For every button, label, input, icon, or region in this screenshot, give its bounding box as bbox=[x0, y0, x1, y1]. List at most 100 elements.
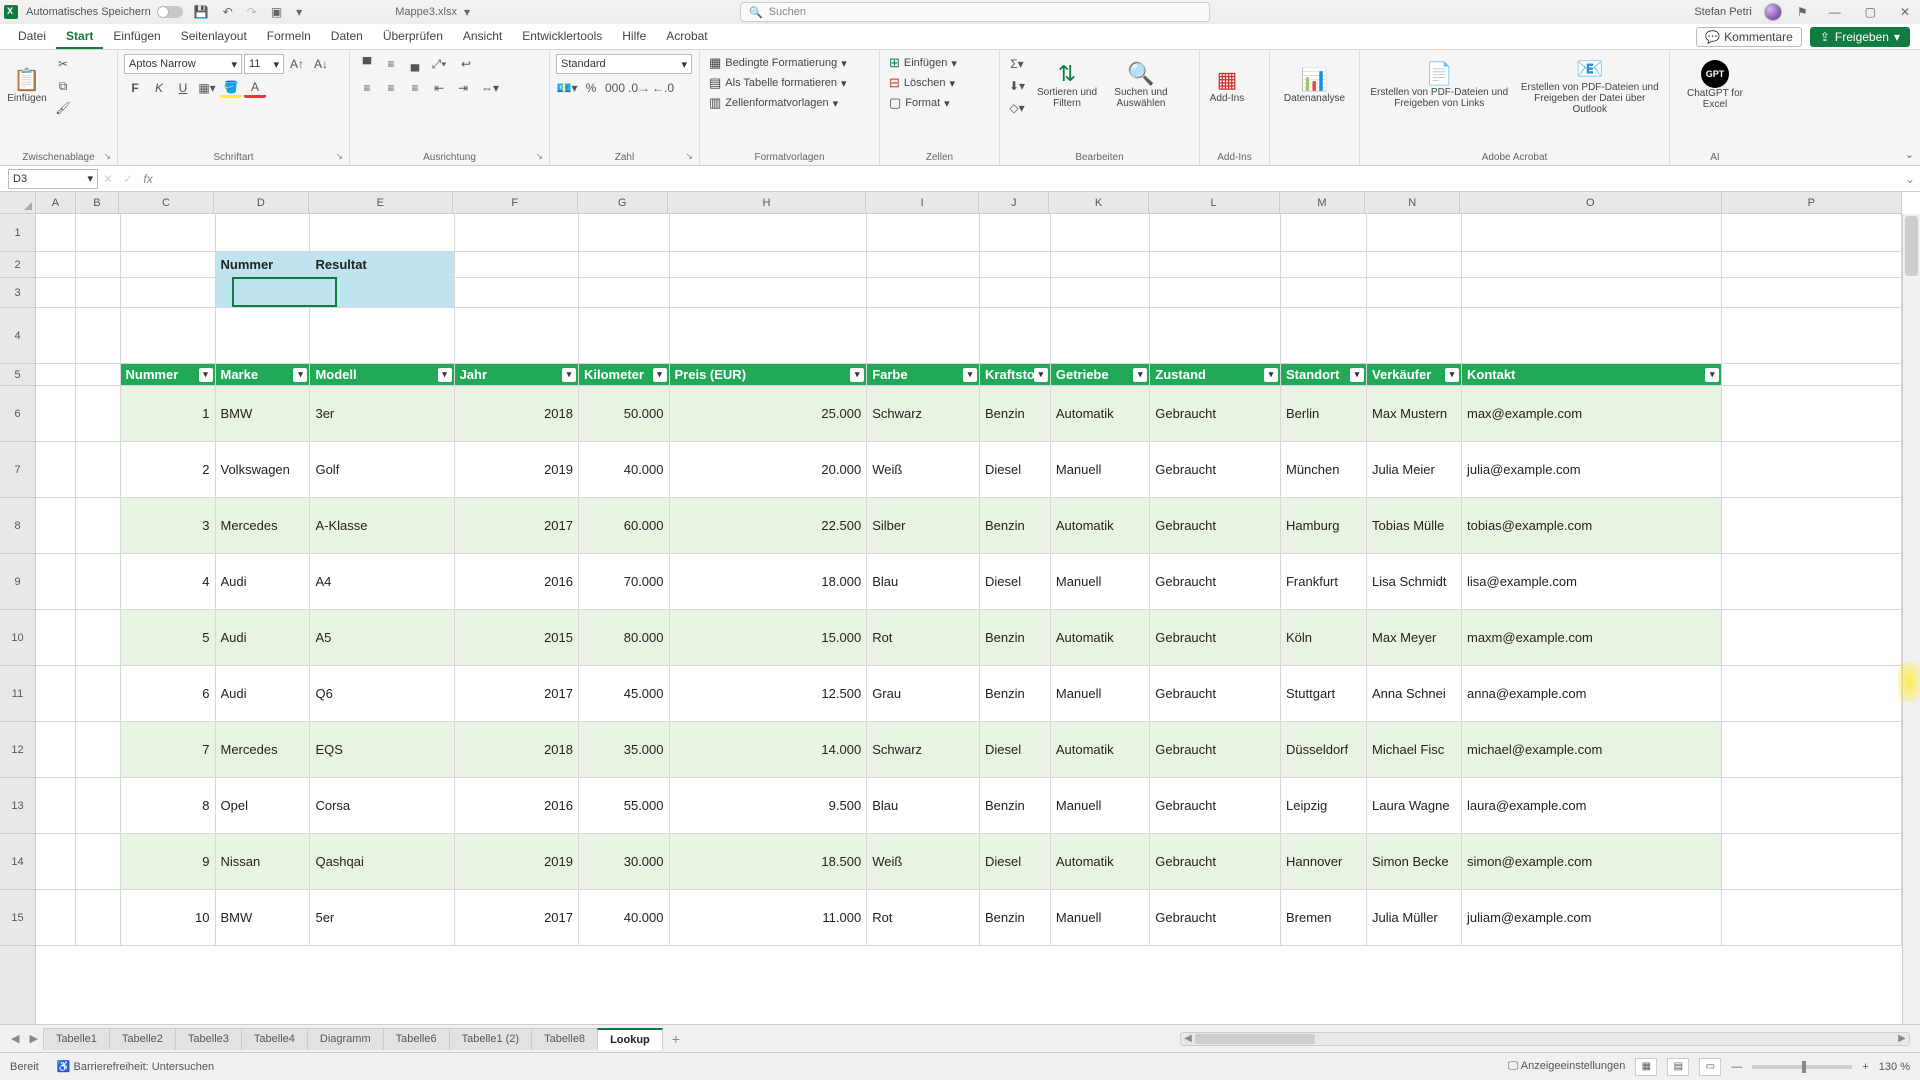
column-header-D[interactable]: D bbox=[214, 192, 309, 213]
cell[interactable]: 12.500 bbox=[670, 666, 868, 721]
row-header-4[interactable]: 4 bbox=[0, 308, 35, 364]
filter-icon[interactable]: ▾ bbox=[1034, 368, 1048, 382]
launcher-icon[interactable]: ↘ bbox=[535, 151, 543, 162]
data-analysis-button[interactable]: 📊Datenanalyse bbox=[1276, 54, 1353, 116]
sheet-nav-next-icon[interactable]: ▶ bbox=[24, 1032, 42, 1045]
scroll-right-icon[interactable]: ▶ bbox=[1895, 1033, 1909, 1045]
cell[interactable] bbox=[1051, 308, 1150, 363]
scroll-thumb[interactable] bbox=[1195, 1034, 1315, 1044]
scroll-thumb[interactable] bbox=[1905, 216, 1918, 276]
cell[interactable]: Qashqai bbox=[310, 834, 454, 889]
fill-color-icon[interactable]: 🪣 bbox=[220, 78, 242, 98]
formula-input[interactable] bbox=[158, 169, 1900, 189]
sheet-nav-prev-icon[interactable]: ◀ bbox=[6, 1032, 24, 1045]
cell[interactable]: BMW bbox=[216, 386, 311, 441]
font-name-select[interactable]: Aptos Narrow▾ bbox=[124, 54, 242, 74]
row-header-13[interactable]: 13 bbox=[0, 778, 35, 834]
cell[interactable] bbox=[36, 214, 76, 251]
save-icon[interactable]: 💾 bbox=[191, 5, 212, 19]
cell[interactable] bbox=[1281, 214, 1367, 251]
row-header-6[interactable]: 6 bbox=[0, 386, 35, 442]
sheet-tab-tabelle3[interactable]: Tabelle3 bbox=[175, 1028, 242, 1050]
cell[interactable]: Nissan bbox=[216, 834, 311, 889]
username[interactable]: Stefan Petri bbox=[1694, 6, 1751, 18]
cells-area[interactable]: NummerResultatNummer▾Marke▾Modell▾Jahr▾K… bbox=[36, 214, 1902, 1024]
add-sheet-button[interactable]: + bbox=[662, 1027, 690, 1051]
format-painter-icon[interactable]: 🖌 bbox=[52, 98, 74, 118]
sheet-tab-diagramm[interactable]: Diagramm bbox=[307, 1028, 384, 1050]
cell[interactable]: Benzin bbox=[980, 666, 1051, 721]
sheet-tab-tabelle1--2-[interactable]: Tabelle1 (2) bbox=[449, 1028, 532, 1050]
collapse-ribbon-icon[interactable]: ⌄ bbox=[1905, 148, 1914, 161]
cell[interactable] bbox=[76, 554, 120, 609]
cell[interactable]: 2019 bbox=[455, 834, 579, 889]
fill-icon[interactable]: ⬇▾ bbox=[1006, 76, 1028, 96]
cell[interactable]: Gebraucht bbox=[1150, 554, 1281, 609]
cell[interactable]: Gebraucht bbox=[1150, 890, 1281, 945]
cell[interactable]: Manuell bbox=[1051, 778, 1150, 833]
cell[interactable] bbox=[216, 308, 311, 363]
cell[interactable] bbox=[36, 308, 76, 363]
horizontal-scrollbar[interactable]: ◀ ▶ bbox=[1180, 1032, 1910, 1046]
format-as-table-button[interactable]: ▤Als Tabelle formatieren▾ bbox=[706, 74, 850, 92]
cell[interactable] bbox=[1281, 308, 1367, 363]
filename-chevron-icon[interactable]: ▾ bbox=[461, 5, 473, 19]
cell[interactable]: Automatik bbox=[1051, 834, 1150, 889]
launcher-icon[interactable]: ↘ bbox=[685, 151, 693, 162]
cell[interactable]: 9 bbox=[121, 834, 216, 889]
column-header-H[interactable]: H bbox=[668, 192, 866, 213]
font-size-select[interactable]: 11▾ bbox=[244, 54, 284, 74]
cell[interactable]: Golf bbox=[310, 442, 454, 497]
cell[interactable]: 45.000 bbox=[579, 666, 670, 721]
column-header-I[interactable]: I bbox=[866, 192, 979, 213]
cell[interactable] bbox=[980, 278, 1051, 307]
menu-tab-hilfe[interactable]: Hilfe bbox=[612, 25, 656, 49]
cell[interactable]: 6 bbox=[121, 666, 216, 721]
cell[interactable]: 18.500 bbox=[670, 834, 868, 889]
cell[interactable] bbox=[36, 442, 76, 497]
cell[interactable]: Q6 bbox=[310, 666, 454, 721]
cell[interactable]: julia@example.com bbox=[1462, 442, 1722, 497]
cell[interactable] bbox=[1150, 308, 1281, 363]
cell[interactable] bbox=[36, 252, 76, 277]
cell[interactable] bbox=[1722, 308, 1902, 363]
align-top-icon[interactable]: ▀ bbox=[356, 54, 378, 74]
cell[interactable]: A4 bbox=[310, 554, 454, 609]
cell[interactable]: Benzin bbox=[980, 498, 1051, 553]
cell[interactable] bbox=[76, 214, 120, 251]
zoom-level[interactable]: 130 % bbox=[1879, 1061, 1910, 1073]
cell[interactable] bbox=[76, 386, 120, 441]
redo-icon[interactable]: ↷ bbox=[244, 5, 260, 19]
cell[interactable]: Frankfurt bbox=[1281, 554, 1367, 609]
menu-tab-daten[interactable]: Daten bbox=[321, 25, 373, 49]
fx-icon[interactable]: fx bbox=[138, 172, 158, 186]
cell[interactable]: 50.000 bbox=[579, 386, 670, 441]
column-header-A[interactable]: A bbox=[36, 192, 76, 213]
cell[interactable]: Zustand▾ bbox=[1150, 364, 1281, 385]
cell[interactable]: Hamburg bbox=[1281, 498, 1367, 553]
cell[interactable]: 40.000 bbox=[579, 442, 670, 497]
cell[interactable]: Diesel bbox=[980, 554, 1051, 609]
cell[interactable]: Berlin bbox=[1281, 386, 1367, 441]
increase-decimal-icon[interactable]: .0→ bbox=[628, 78, 650, 98]
cell[interactable]: Anna Schnei bbox=[1367, 666, 1462, 721]
filter-icon[interactable]: ▾ bbox=[1445, 368, 1459, 382]
zoom-slider[interactable] bbox=[1752, 1065, 1852, 1069]
cell[interactable]: Audi bbox=[216, 554, 311, 609]
number-format-select[interactable]: Standard▾ bbox=[556, 54, 692, 74]
cell[interactable] bbox=[1722, 554, 1902, 609]
enter-formula-icon[interactable]: ✓ bbox=[118, 172, 138, 186]
cell[interactable] bbox=[76, 252, 120, 277]
cell[interactable] bbox=[1367, 308, 1462, 363]
cell[interactable]: Opel bbox=[216, 778, 311, 833]
cell[interactable]: 2017 bbox=[455, 890, 579, 945]
cell[interactable] bbox=[36, 386, 76, 441]
underline-icon[interactable]: U bbox=[172, 78, 194, 98]
cell[interactable]: Hannover bbox=[1281, 834, 1367, 889]
cell[interactable]: juliam@example.com bbox=[1462, 890, 1722, 945]
cell[interactable]: A5 bbox=[310, 610, 454, 665]
cell[interactable]: Volkswagen bbox=[216, 442, 311, 497]
cell[interactable]: 2019 bbox=[455, 442, 579, 497]
cell[interactable] bbox=[76, 834, 120, 889]
cell[interactable]: Lisa Schmidt bbox=[1367, 554, 1462, 609]
